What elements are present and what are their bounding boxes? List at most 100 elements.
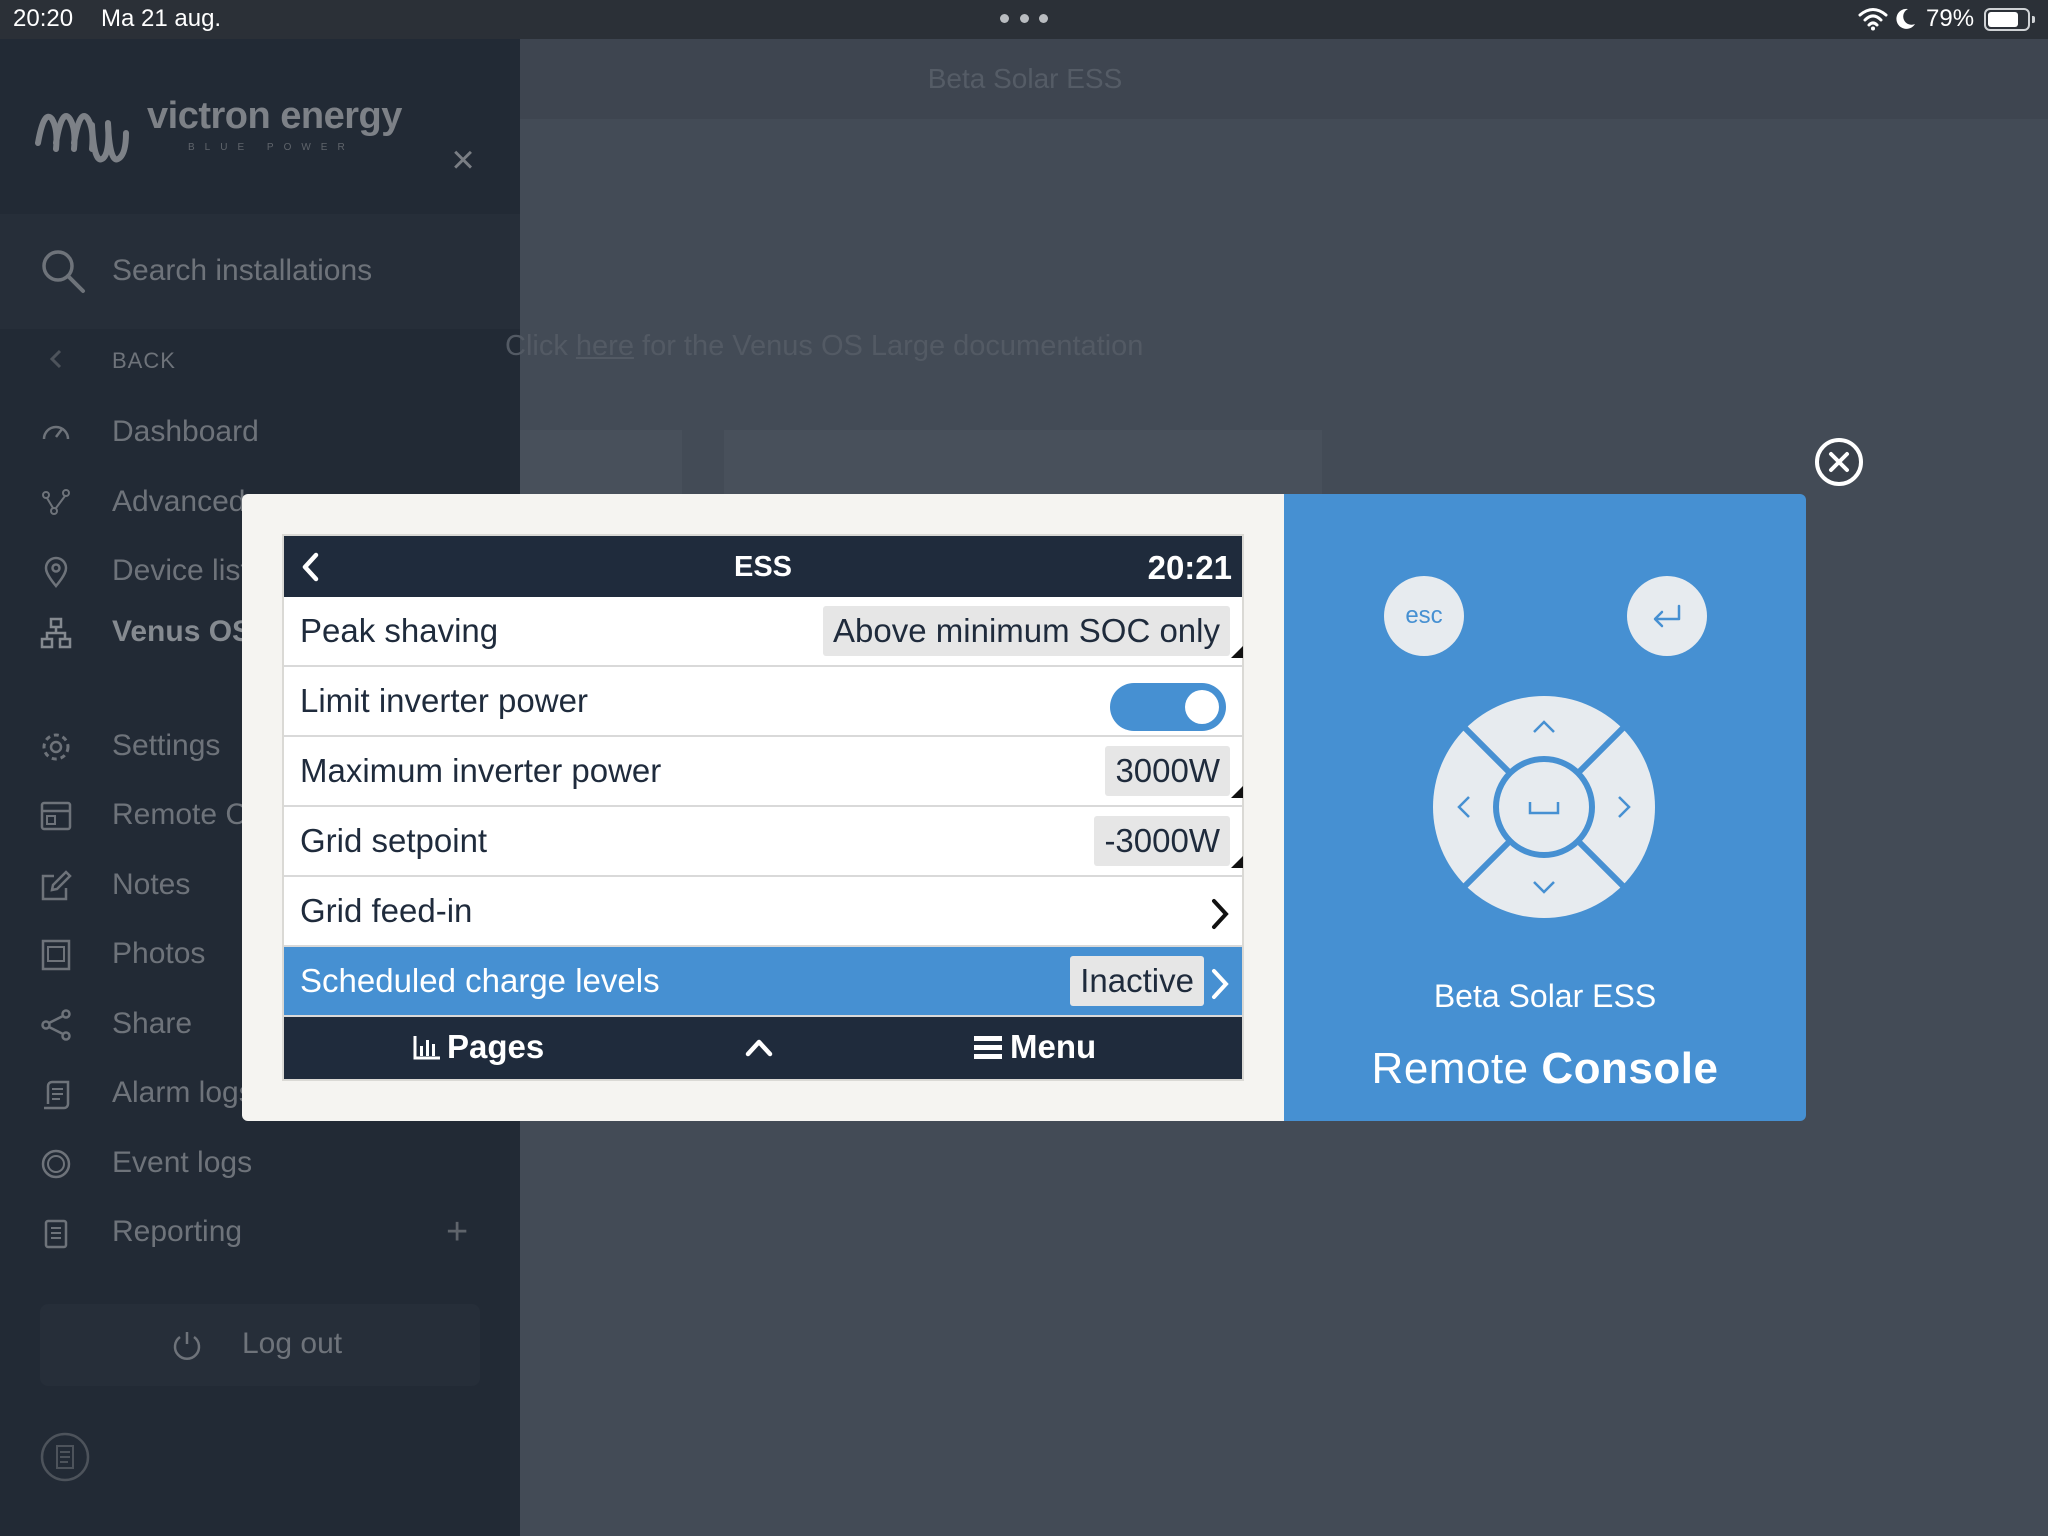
event-log-icon (41, 1149, 71, 1179)
grid-setpoint-value[interactable]: -3000W (1094, 816, 1243, 868)
screen-title: ESS (733, 551, 793, 583)
row-label: Grid setpoint (300, 822, 488, 859)
row-label: Grid feed-in (300, 892, 473, 929)
victron-logo[interactable]: victron energy BLUE POWER (34, 95, 414, 205)
gear-icon (42, 733, 70, 761)
sidebar-close-icon[interactable]: × (446, 140, 480, 180)
sidebar-item-label: Venus OS (112, 615, 253, 648)
installation-title: Beta Solar ESS (927, 63, 1123, 94)
console-screen-panel: ESS 20:21 Peak shaving Above minimum SOC… (242, 494, 1284, 1121)
photo-icon (41, 939, 71, 971)
alarm-log-icon (44, 1080, 70, 1110)
screen-footer: Pages Menu (284, 1017, 1242, 1079)
search-icon (42, 250, 85, 293)
power-icon (173, 1332, 201, 1360)
sidebar-item-label: Photos (112, 937, 206, 970)
logout-label: Log out (242, 1327, 343, 1360)
doc-link[interactable]: here (576, 330, 634, 362)
bar-chart-icon (413, 1036, 440, 1060)
chevron-right-icon (1212, 899, 1229, 929)
sidebar-item-label: Advanced (112, 485, 246, 518)
toggle-knob (1185, 690, 1219, 724)
chevron-left-icon (49, 349, 62, 369)
direction-pad[interactable] (1433, 696, 1655, 918)
sidebar-item-label: Event logs (112, 1146, 253, 1179)
sidebar-item-label: Alarm logs (112, 1076, 254, 1109)
status-time: 20:20 (13, 5, 74, 32)
esc-button[interactable]: esc (1384, 576, 1464, 656)
pages-label: Pages (447, 1028, 545, 1065)
screen-time: 20:21 (1147, 549, 1232, 586)
hamburger-icon (974, 1036, 1002, 1059)
search-input[interactable] (112, 246, 492, 296)
row-label: Limit inverter power (300, 682, 588, 719)
remote-console-modal: ESS 20:21 Peak shaving Above minimum SOC… (242, 494, 1806, 1121)
report-icon (44, 1219, 68, 1249)
expand-plus-icon[interactable]: + (446, 1211, 468, 1254)
menu-button[interactable]: Menu (974, 1028, 1096, 1066)
row-label: Scheduled charge levels (300, 962, 660, 999)
modal-close-button[interactable] (1815, 438, 1863, 486)
documentation-note: Click here for the Venus OS Large docume… (505, 330, 1143, 363)
feedback-icon[interactable] (40, 1432, 90, 1482)
sidebar-item-reporting[interactable]: Reporting + (0, 1203, 520, 1263)
battery-level (1988, 12, 2018, 27)
row-label: Peak shaving (300, 612, 499, 649)
console-site-name: Beta Solar ESS (1433, 978, 1657, 1014)
moon-icon (1896, 8, 1915, 29)
sidebar-item-label: Device list (112, 554, 249, 587)
back-label: BACK (112, 348, 176, 373)
logo-text: victron energy (147, 95, 402, 137)
scheduled-charge-value: Inactive (1070, 956, 1204, 1006)
sidebar-item-label: Reporting (112, 1215, 243, 1248)
row-peak-shaving[interactable]: Peak shaving Above minimum SOC only (284, 597, 1243, 667)
sidebar-item-label: Notes (112, 868, 191, 901)
battery-icon (1984, 8, 2035, 31)
chevron-right-icon (1212, 969, 1229, 999)
sidebar-item-label: Dashboard (112, 415, 259, 448)
chevron-up-icon[interactable] (744, 1035, 774, 1059)
multitask-dots-icon[interactable] (1000, 14, 1048, 24)
menu-label: Menu (1010, 1028, 1097, 1065)
close-icon (1829, 452, 1849, 472)
sidebar-item-label: Settings (112, 729, 221, 762)
pages-button[interactable]: Pages (413, 1028, 544, 1066)
max-inverter-power-value[interactable]: 3000W (1105, 746, 1243, 798)
search-bar (0, 214, 520, 329)
sidebar-back[interactable]: BACK (0, 329, 520, 389)
row-grid-feed-in[interactable]: Grid feed-in (284, 877, 1242, 947)
enter-button[interactable] (1627, 576, 1707, 656)
share-icon (41, 1009, 71, 1041)
row-grid-setpoint[interactable]: Grid setpoint -3000W (284, 807, 1243, 877)
logout-button[interactable]: Log out (40, 1304, 480, 1386)
console-title-bold: Console (1541, 1044, 1719, 1093)
console-title-light: Remote (1371, 1044, 1529, 1093)
limit-inverter-toggle[interactable] (1110, 683, 1226, 731)
logo-subtitle: BLUE POWER (188, 142, 355, 153)
monitor-icon (40, 801, 72, 831)
gx-screen: ESS 20:21 Peak shaving Above minimum SOC… (282, 534, 1244, 1081)
wifi-icon (1858, 8, 1888, 31)
row-limit-inverter-power[interactable]: Limit inverter power (284, 667, 1242, 737)
enter-return-icon (1653, 604, 1681, 628)
chart-nodes-icon (42, 489, 70, 515)
sidebar-item-dashboard[interactable]: Dashboard (0, 403, 520, 463)
sidebar-item-event-logs[interactable]: Event logs (0, 1134, 520, 1194)
console-controls-panel: esc Beta Solar ESS Remote Console (1284, 494, 1806, 1121)
main-header: Beta Solar ESS (520, 39, 2048, 119)
row-label: Maximum inverter power (300, 752, 662, 789)
network-icon (40, 617, 72, 649)
doc-suffix: for the Venus OS Large documentation (642, 330, 1144, 362)
row-maximum-inverter-power[interactable]: Maximum inverter power 3000W (284, 737, 1243, 807)
status-date: Ma 21 aug. (101, 5, 222, 32)
screen-header: ESS 20:21 (284, 536, 1242, 597)
edit-icon (41, 870, 72, 901)
victron-logo-mark-icon (35, 113, 129, 163)
console-title: Remote Console (1284, 1044, 1806, 1094)
battery-percent: 79% (1926, 5, 1975, 32)
status-bar: 20:20 Ma 21 aug. 79% (0, 0, 2048, 39)
peak-shaving-value[interactable]: Above minimum SOC only (823, 606, 1243, 658)
location-pin-icon (44, 556, 68, 588)
row-scheduled-charge-levels[interactable]: Scheduled charge levels Inactive (284, 947, 1242, 1017)
sidebar-item-label: Share (112, 1007, 193, 1040)
